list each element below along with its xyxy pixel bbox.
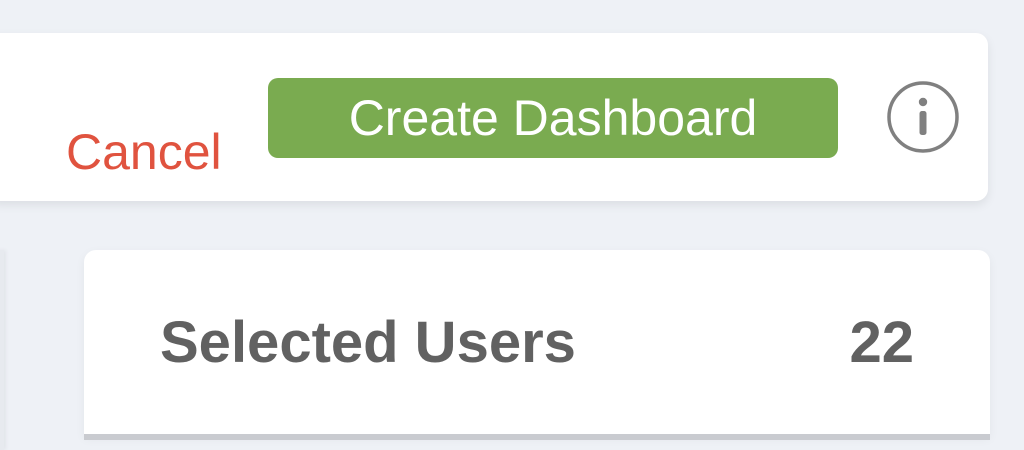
card-divider	[84, 434, 990, 440]
selected-users-count: 22	[849, 310, 914, 375]
cancel-button[interactable]: Cancel	[66, 115, 222, 189]
action-toolbar: Cancel Create Dashboard	[0, 33, 988, 201]
selected-users-label: Selected Users	[160, 310, 576, 375]
selected-users-card: Selected Users 22	[84, 250, 990, 436]
create-dashboard-button[interactable]: Create Dashboard	[268, 78, 838, 158]
info-icon[interactable]	[887, 81, 959, 153]
left-panel-edge	[0, 250, 4, 450]
